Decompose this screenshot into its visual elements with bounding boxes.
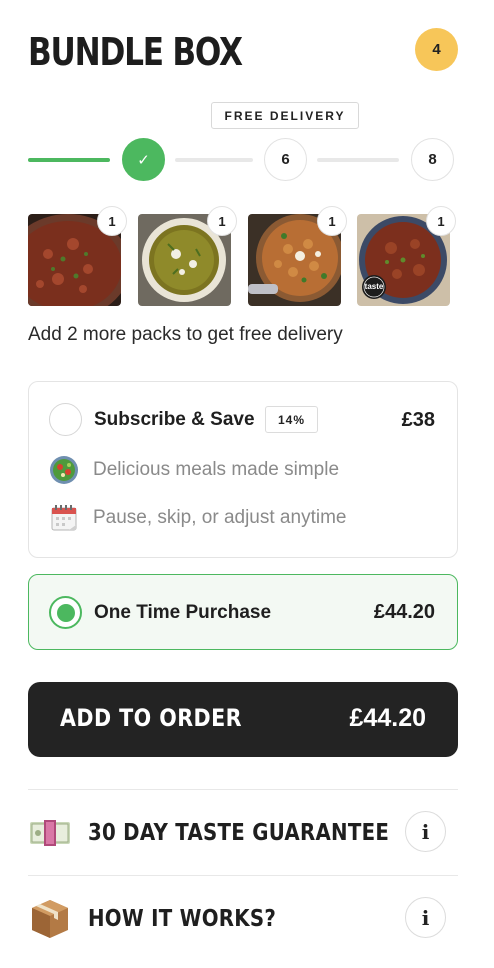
page-title: BUNDLE BOX: [28, 30, 243, 74]
item-qty-badge: 1: [97, 206, 127, 236]
calendar-icon: [51, 505, 77, 531]
one-time-radio[interactable]: [49, 596, 82, 629]
feature-text: Delicious meals made simple: [93, 459, 340, 480]
item-qty-badge: 1: [317, 206, 347, 236]
feature-text: Pause, skip, or adjust anytime: [93, 507, 347, 528]
money-icon: [30, 820, 70, 846]
bundle-items: 1 1 1 taste 1: [28, 206, 458, 308]
add-to-order-price: £44.20: [349, 704, 426, 732]
taste-award-badge: taste: [364, 282, 384, 291]
item-count-badge[interactable]: 4: [415, 28, 458, 71]
free-delivery-hint: Add 2 more packs to get free delivery: [28, 324, 343, 345]
progress-segment: [175, 158, 253, 162]
discount-badge: 14%: [265, 406, 318, 433]
taste-guarantee-label: 30 DAY TASTE GUARANTEE: [88, 820, 390, 846]
progress-segment-filled: [28, 158, 110, 162]
one-time-label: One Time Purchase: [94, 602, 272, 623]
add-to-order-button[interactable]: ADD TO ORDER £44.20: [28, 682, 458, 757]
subscribe-option[interactable]: Subscribe & Save 14% £38 Delicious meals…: [28, 381, 458, 558]
info-button[interactable]: i: [405, 897, 446, 938]
delivery-progress: ✓ 6 8: [28, 138, 458, 182]
add-to-order-label: ADD TO ORDER: [60, 704, 242, 732]
salad-bowl-icon: [50, 456, 78, 484]
item-qty-badge: 1: [426, 206, 456, 236]
one-time-price: £44.20: [373, 601, 435, 623]
subscribe-label: Subscribe & Save: [94, 409, 255, 430]
free-delivery-label: FREE DELIVERY: [211, 102, 359, 129]
subscribe-price: £38: [401, 409, 435, 431]
feature-row: Delicious meals made simple: [49, 454, 339, 486]
one-time-option[interactable]: One Time Purchase £44.20: [28, 574, 458, 650]
how-it-works-label: HOW IT WORKS?: [88, 906, 277, 932]
progress-step-6: 6: [264, 138, 307, 181]
package-icon: [32, 900, 68, 938]
feature-row: Pause, skip, or adjust anytime: [49, 502, 346, 534]
item-qty-badge: 1: [207, 206, 237, 236]
progress-step-complete: ✓: [122, 138, 165, 181]
header: BUNDLE BOX 4: [28, 28, 458, 76]
subscribe-radio[interactable]: [49, 403, 82, 436]
info-button[interactable]: i: [405, 811, 446, 852]
progress-segment: [317, 158, 399, 162]
taste-guarantee-row[interactable]: 30 DAY TASTE GUARANTEE i: [28, 790, 458, 874]
progress-step-8: 8: [411, 138, 454, 181]
how-it-works-row[interactable]: HOW IT WORKS? i: [28, 876, 458, 960]
